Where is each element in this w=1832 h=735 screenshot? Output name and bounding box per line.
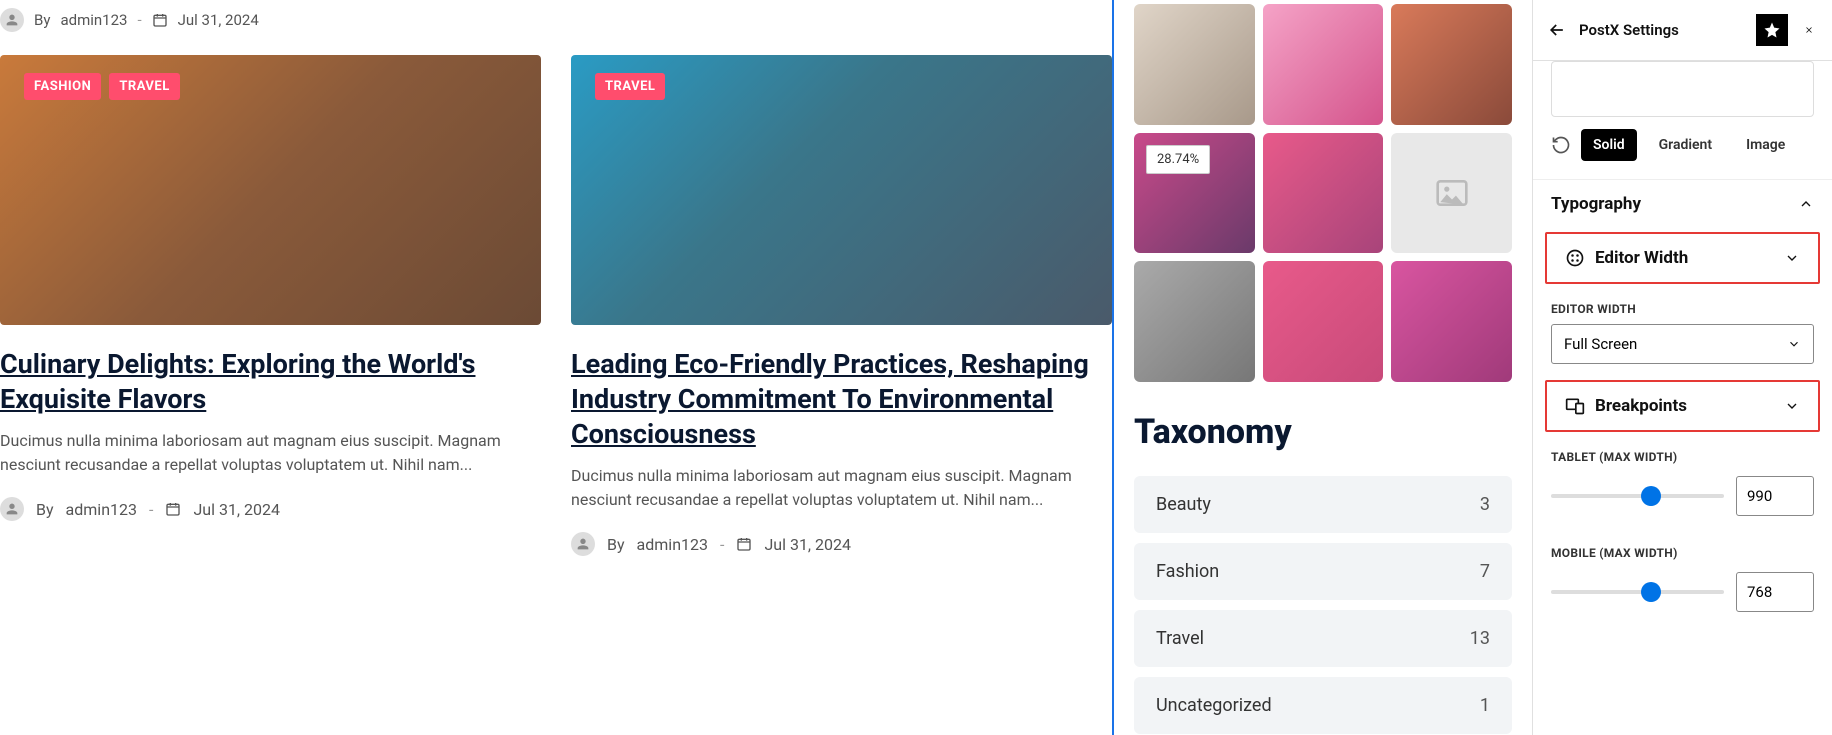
star-icon bbox=[1763, 21, 1781, 39]
tag-travel[interactable]: TRAVEL bbox=[595, 73, 665, 100]
grid-image[interactable] bbox=[1391, 4, 1512, 125]
grid-image[interactable] bbox=[1134, 4, 1255, 125]
panel-label: Editor Width bbox=[1595, 248, 1688, 268]
meta-separator: - bbox=[149, 500, 153, 519]
posts-row: FASHION TRAVEL Culinary Delights: Explor… bbox=[0, 40, 1112, 571]
taxonomy-heading: Taxonomy bbox=[1134, 412, 1512, 452]
reset-icon[interactable] bbox=[1551, 135, 1571, 155]
chevron-down-icon bbox=[1784, 398, 1800, 414]
taxonomy-count: 13 bbox=[1470, 628, 1490, 649]
taxonomy-item-travel[interactable]: Travel 13 bbox=[1134, 610, 1512, 667]
post-title-link[interactable]: Culinary Delights: Exploring the World's… bbox=[0, 347, 541, 417]
meta-separator: - bbox=[720, 535, 724, 554]
taxonomy-item-beauty[interactable]: Beauty 3 bbox=[1134, 476, 1512, 533]
back-arrow-icon[interactable] bbox=[1547, 20, 1567, 40]
mobile-width-input[interactable]: 768 bbox=[1736, 572, 1814, 612]
post-date: Jul 31, 2024 bbox=[764, 535, 851, 554]
calendar-icon bbox=[152, 12, 168, 28]
grid-image[interactable]: 28.74% bbox=[1134, 133, 1255, 254]
calendar-icon bbox=[736, 536, 752, 552]
panel-label: Typography bbox=[1551, 194, 1641, 214]
by-label: By bbox=[607, 535, 625, 554]
post-card: FASHION TRAVEL Culinary Delights: Explor… bbox=[0, 55, 541, 556]
top-post-meta: By admin123 - Jul 31, 2024 bbox=[0, 0, 1112, 40]
grid-image[interactable] bbox=[1134, 261, 1255, 382]
palette-icon bbox=[1565, 248, 1585, 268]
post-image[interactable]: TRAVEL bbox=[571, 55, 1112, 325]
post-excerpt: Ducimus nulla minima laboriosam aut magn… bbox=[0, 429, 541, 477]
avatar bbox=[0, 8, 24, 32]
devices-icon bbox=[1565, 396, 1585, 416]
taxonomy-label: Travel bbox=[1156, 628, 1204, 649]
author-link[interactable]: admin123 bbox=[637, 535, 708, 554]
editor-width-select[interactable]: Full Screen bbox=[1551, 324, 1814, 364]
slider-thumb[interactable] bbox=[1641, 486, 1661, 506]
author-link[interactable]: admin123 bbox=[60, 11, 127, 29]
taxonomy-label: Uncategorized bbox=[1156, 695, 1272, 716]
tag-fashion[interactable]: FASHION bbox=[24, 73, 101, 100]
mobile-width-label: MOBILE (MAX WIDTH) bbox=[1533, 532, 1832, 568]
grid-image[interactable] bbox=[1263, 133, 1384, 254]
tablet-width-input[interactable]: 990 bbox=[1736, 476, 1814, 516]
fill-tab-solid[interactable]: Solid bbox=[1581, 129, 1637, 161]
post-date: Jul 31, 2024 bbox=[193, 500, 280, 519]
close-icon[interactable] bbox=[1800, 21, 1818, 39]
post-image[interactable]: FASHION TRAVEL bbox=[0, 55, 541, 325]
mobile-width-slider[interactable] bbox=[1551, 590, 1724, 594]
panel-editor-width[interactable]: Editor Width bbox=[1545, 232, 1820, 284]
tablet-width-slider[interactable] bbox=[1551, 494, 1724, 498]
by-label: By bbox=[36, 500, 54, 519]
panel-breakpoints[interactable]: Breakpoints bbox=[1545, 380, 1820, 432]
by-label: By bbox=[34, 11, 50, 29]
panel-label: Breakpoints bbox=[1595, 396, 1687, 416]
post-title-link[interactable]: Leading Eco-Friendly Practices, Reshapin… bbox=[571, 347, 1112, 452]
grid-image[interactable] bbox=[1263, 261, 1384, 382]
taxonomy-count: 7 bbox=[1480, 561, 1490, 582]
author-link[interactable]: admin123 bbox=[66, 500, 137, 519]
fill-tab-image[interactable]: Image bbox=[1734, 129, 1797, 161]
panel-typography[interactable]: Typography bbox=[1533, 179, 1832, 228]
taxonomy-item-fashion[interactable]: Fashion 7 bbox=[1134, 543, 1512, 600]
image-grid: 28.74% bbox=[1134, 4, 1512, 382]
avatar bbox=[0, 497, 24, 521]
grid-image-placeholder[interactable] bbox=[1391, 133, 1512, 254]
avatar bbox=[571, 532, 595, 556]
chevron-down-icon bbox=[1784, 250, 1800, 266]
grid-image[interactable] bbox=[1391, 261, 1512, 382]
taxonomy-count: 1 bbox=[1480, 695, 1490, 716]
taxonomy-item-uncategorized[interactable]: Uncategorized 1 bbox=[1134, 677, 1512, 734]
tablet-width-label: TABLET (MAX WIDTH) bbox=[1533, 436, 1832, 472]
taxonomy-count: 3 bbox=[1480, 494, 1490, 515]
settings-sidebar: PostX Settings Solid Gradient Image Typo… bbox=[1532, 0, 1832, 735]
meta-separator: - bbox=[137, 11, 141, 29]
image-placeholder-icon bbox=[1436, 180, 1468, 206]
taxonomy-label: Fashion bbox=[1156, 561, 1219, 582]
post-excerpt: Ducimus nulla minima laboriosam aut magn… bbox=[571, 464, 1112, 512]
post-date: Jul 31, 2024 bbox=[178, 11, 259, 29]
favorite-button[interactable] bbox=[1756, 14, 1788, 46]
taxonomy-label: Beauty bbox=[1156, 494, 1211, 515]
chevron-down-icon bbox=[1787, 337, 1801, 351]
editor-width-field-label: EDITOR WIDTH bbox=[1533, 288, 1832, 324]
sidebar-title: PostX Settings bbox=[1579, 21, 1744, 39]
percent-badge: 28.74% bbox=[1146, 145, 1210, 174]
grid-image[interactable] bbox=[1263, 4, 1384, 125]
fill-tab-gradient[interactable]: Gradient bbox=[1647, 129, 1724, 161]
select-value: Full Screen bbox=[1564, 335, 1637, 353]
chevron-up-icon bbox=[1798, 196, 1814, 212]
tag-travel[interactable]: TRAVEL bbox=[109, 73, 179, 100]
calendar-icon bbox=[165, 501, 181, 517]
slider-thumb[interactable] bbox=[1641, 582, 1661, 602]
post-card: TRAVEL Leading Eco-Friendly Practices, R… bbox=[571, 55, 1112, 556]
fill-preview-box[interactable] bbox=[1551, 61, 1814, 117]
